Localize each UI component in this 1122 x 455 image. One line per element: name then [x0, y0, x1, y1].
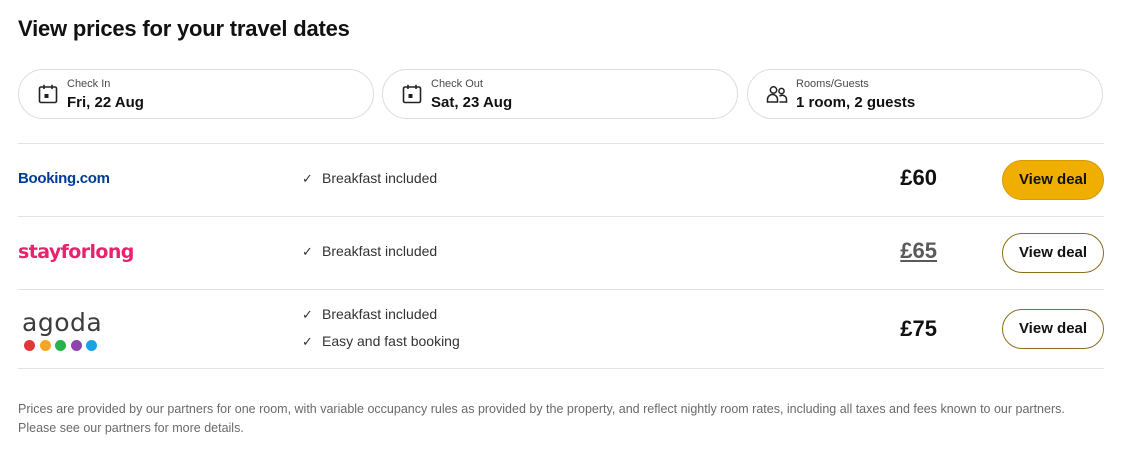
check-icon: ✓ [302, 171, 313, 186]
agoda-logo-dots [24, 338, 102, 351]
calendar-icon [38, 84, 58, 104]
check-in-label: Check In [67, 78, 111, 90]
agoda-logo: agoda [22, 308, 103, 337]
feature-text: Breakfast included [322, 306, 438, 322]
view-deal-button[interactable]: View deal [1002, 309, 1104, 349]
check-icon: ✓ [302, 244, 313, 259]
deal-row-booking: Booking.com ✓ Breakfast included £60 View… [18, 144, 1104, 216]
check-in-field[interactable]: Check In Fri, 22 Aug [18, 69, 374, 119]
feature-item: ✓ Easy and fast booking [302, 333, 460, 350]
deal-row-agoda: agoda ✓ Breakfast included ✓ Easy and fast… [18, 290, 1104, 368]
deal-price: £60 [900, 165, 937, 190]
page-title: View prices for your travel dates [18, 16, 350, 41]
people-icon [766, 86, 788, 103]
check-in-value: Fri, 22 Aug [67, 94, 144, 111]
check-icon: ✓ [302, 307, 313, 322]
feature-text: Easy and fast booking [322, 333, 460, 349]
booking-logo: Booking.com [18, 170, 110, 187]
deal-row-stayforlong: stayforlong ✓ Breakfast included £65 View… [18, 217, 1104, 289]
view-deal-button[interactable]: View deal [1002, 233, 1104, 273]
feature-text: Breakfast included [322, 243, 438, 259]
check-out-field[interactable]: Check Out Sat, 23 Aug [382, 69, 738, 119]
view-deal-button[interactable]: View deal [1002, 160, 1104, 200]
feature-item: ✓ Breakfast included [302, 170, 437, 187]
check-out-label: Check Out [431, 78, 483, 90]
feature-item: ✓ Breakfast included [302, 306, 437, 323]
divider [18, 368, 1104, 369]
feature-item: ✓ Breakfast included [302, 243, 437, 260]
deal-price: £75 [900, 316, 937, 341]
rooms-guests-label: Rooms/Guests [796, 78, 869, 90]
check-icon: ✓ [302, 334, 313, 349]
deal-price[interactable]: £65 [817, 238, 937, 264]
stayforlong-logo: stayforlong [18, 241, 134, 263]
feature-text: Breakfast included [322, 170, 438, 186]
check-out-value: Sat, 23 Aug [431, 94, 513, 111]
rooms-guests-field[interactable]: Rooms/Guests 1 room, 2 guests [747, 69, 1103, 119]
price-disclaimer: Prices are provided by our partners for … [18, 402, 1065, 435]
calendar-icon [402, 84, 422, 104]
rooms-guests-value: 1 room, 2 guests [796, 94, 916, 111]
